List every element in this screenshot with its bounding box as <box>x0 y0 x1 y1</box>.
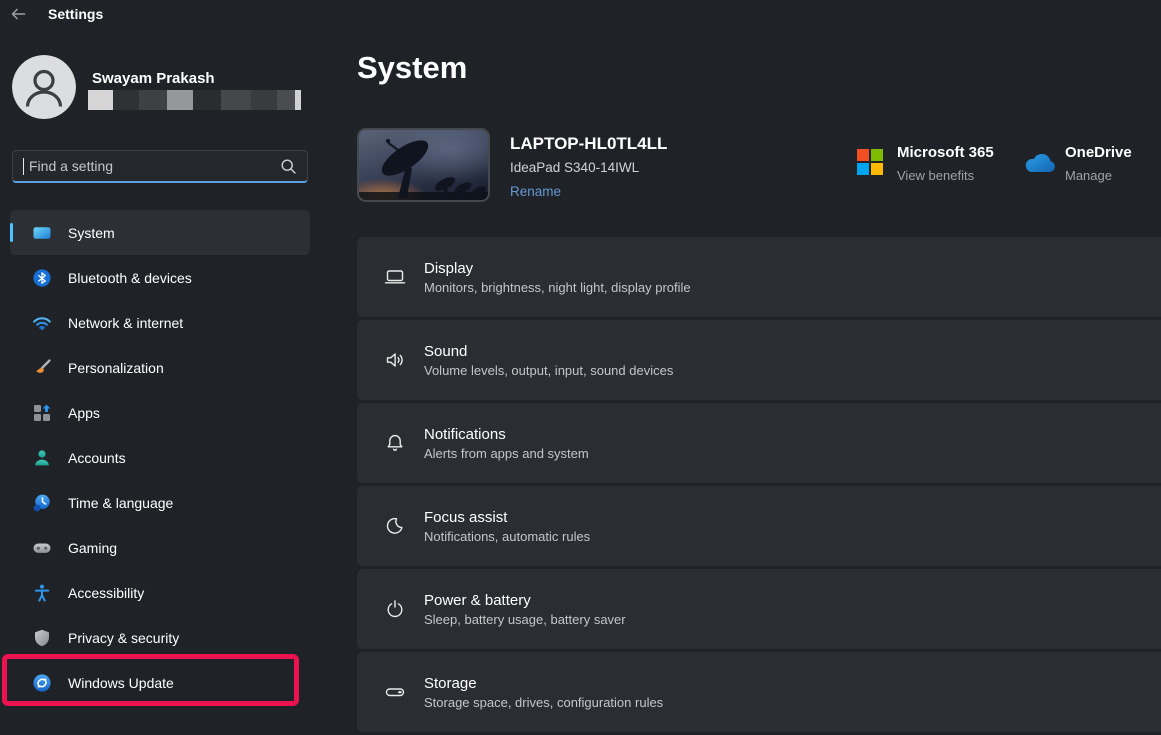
sidebar-item-label: Gaming <box>68 540 117 556</box>
microsoft365-title: Microsoft 365 <box>897 144 994 161</box>
avatar <box>12 55 76 119</box>
row-title: Notifications <box>424 426 589 443</box>
sidebar-item-windows-update[interactable]: Windows Update <box>10 660 310 705</box>
onedrive-cloud-icon <box>1022 151 1058 179</box>
focus-assist-moon-icon <box>383 514 407 538</box>
manage-link[interactable]: Manage <box>1065 168 1112 183</box>
row-subtitle: Storage space, drives, configuration rul… <box>424 695 663 710</box>
row-subtitle: Notifications, automatic rules <box>424 529 590 544</box>
settings-row-sound[interactable]: Sound Volume levels, output, input, soun… <box>357 320 1161 400</box>
device-name: LAPTOP-HL0TL4LL <box>510 134 667 154</box>
microsoft-logo-icon <box>857 149 883 180</box>
sidebar-item-label: Time & language <box>68 495 173 511</box>
sidebar-item-label: Network & internet <box>68 315 183 331</box>
settings-row-focus-assist[interactable]: Focus assist Notifications, automatic ru… <box>357 486 1161 566</box>
settings-row-storage[interactable]: Storage Storage space, drives, configura… <box>357 652 1161 732</box>
bluetooth-icon <box>32 268 52 288</box>
row-title: Focus assist <box>424 509 590 526</box>
row-title: Display <box>424 260 691 277</box>
row-subtitle: Monitors, brightness, night light, displ… <box>424 280 691 295</box>
accessibility-icon <box>32 583 52 603</box>
display-icon <box>383 265 407 289</box>
page-title: System <box>357 50 467 86</box>
sidebar-item-label: Windows Update <box>68 675 174 691</box>
clock-icon <box>32 493 52 513</box>
device-wallpaper-thumbnail <box>357 128 490 202</box>
search-input[interactable] <box>27 157 280 175</box>
sidebar-item-network-internet[interactable]: Network & internet <box>10 300 310 345</box>
row-title: Sound <box>424 343 673 360</box>
gamepad-icon <box>32 538 52 558</box>
search-icon[interactable] <box>280 158 297 175</box>
row-subtitle: Sleep, battery usage, battery saver <box>424 612 626 627</box>
row-subtitle: Volume levels, output, input, sound devi… <box>424 363 673 378</box>
sidebar-item-label: Accounts <box>68 450 126 466</box>
sidebar-item-label: Bluetooth & devices <box>68 270 192 286</box>
sidebar-item-time-language[interactable]: Time & language <box>10 480 310 525</box>
row-title: Power & battery <box>424 592 626 609</box>
sidebar-item-apps[interactable]: Apps <box>10 390 310 435</box>
app-title: Settings <box>48 6 103 22</box>
settings-list: Display Monitors, brightness, night ligh… <box>357 237 1161 735</box>
sidebar-item-label: Privacy & security <box>68 630 179 646</box>
sound-icon <box>383 348 407 372</box>
view-benefits-link[interactable]: View benefits <box>897 168 974 183</box>
settings-row-notifications[interactable]: Notifications Alerts from apps and syste… <box>357 403 1161 483</box>
row-title: Storage <box>424 675 663 692</box>
onedrive-title: OneDrive <box>1065 144 1132 161</box>
profile-loading-placeholder <box>88 90 301 110</box>
sidebar-item-gaming[interactable]: Gaming <box>10 525 310 570</box>
paintbrush-icon <box>32 358 52 378</box>
notifications-bell-icon <box>383 431 407 455</box>
sidebar-item-label: Personalization <box>68 360 164 376</box>
storage-drive-icon <box>383 680 407 704</box>
satellite-dish-art <box>359 130 488 200</box>
settings-row-display[interactable]: Display Monitors, brightness, night ligh… <box>357 237 1161 317</box>
row-subtitle: Alerts from apps and system <box>424 446 589 461</box>
sidebar-item-privacy-security[interactable]: Privacy & security <box>10 615 310 660</box>
system-icon <box>32 223 52 243</box>
sidebar-item-system[interactable]: System <box>10 210 310 255</box>
sidebar-item-label: System <box>68 225 115 241</box>
sidebar-nav: System Bluetooth & devices Network & int… <box>10 210 310 705</box>
apps-icon <box>32 403 52 423</box>
wifi-icon <box>32 313 52 333</box>
power-icon <box>383 597 407 621</box>
shield-icon <box>32 628 52 648</box>
settings-row-power-battery[interactable]: Power & battery Sleep, battery usage, ba… <box>357 569 1161 649</box>
person-icon <box>12 55 76 119</box>
sidebar-item-personalization[interactable]: Personalization <box>10 345 310 390</box>
sidebar-item-accessibility[interactable]: Accessibility <box>10 570 310 615</box>
windows-update-icon <box>32 673 52 693</box>
text-caret <box>23 158 24 175</box>
search-box[interactable] <box>12 150 308 183</box>
sidebar-item-bluetooth-devices[interactable]: Bluetooth & devices <box>10 255 310 300</box>
sidebar-item-accounts[interactable]: Accounts <box>10 435 310 480</box>
sidebar-item-label: Accessibility <box>68 585 144 601</box>
accounts-icon <box>32 448 52 468</box>
back-arrow-icon[interactable] <box>10 6 27 22</box>
profile-name: Swayam Prakash <box>92 70 215 87</box>
sidebar-item-label: Apps <box>68 405 100 421</box>
rename-link[interactable]: Rename <box>510 184 561 199</box>
device-model: IdeaPad S340-14IWL <box>510 160 639 175</box>
titlebar: Settings <box>10 6 103 22</box>
